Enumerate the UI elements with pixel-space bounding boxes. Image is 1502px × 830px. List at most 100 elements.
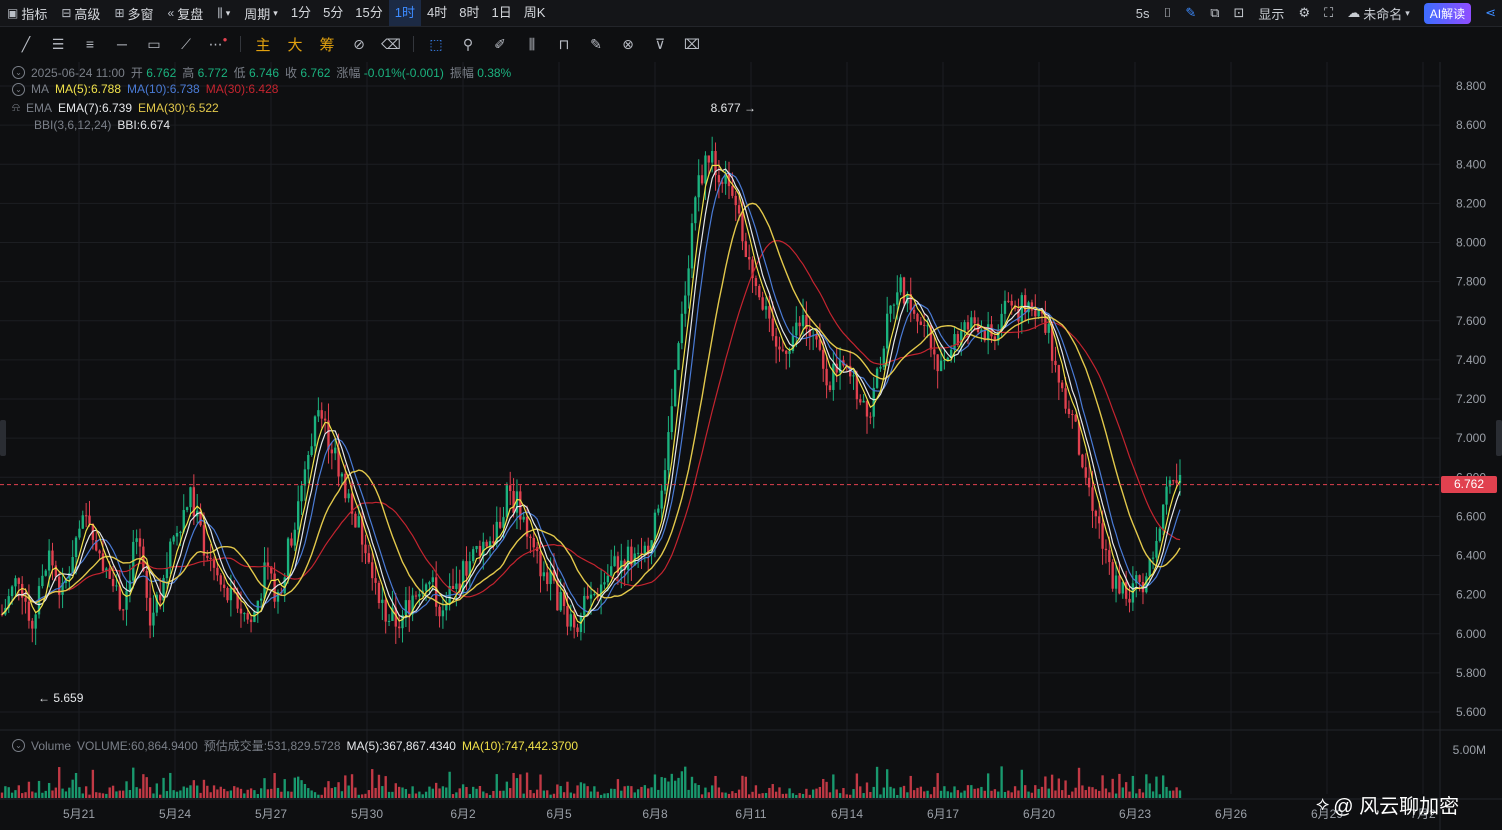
ai-interpret-button[interactable]: AI解读	[1418, 2, 1477, 24]
big-order-button[interactable]: 大	[279, 27, 311, 61]
candle-body	[761, 297, 764, 310]
multi-window-button[interactable]: ⊞ 多窗	[107, 0, 160, 26]
candle-body	[1104, 548, 1108, 551]
period-tab[interactable]: 周K	[518, 0, 552, 26]
candlestick-chart[interactable]: 8.800 8.600 8.400 8.200 8.000 7.800 7.600 7.400…	[0, 62, 1502, 830]
share-window-icon[interactable]: ⧉	[1204, 5, 1225, 21]
ray-icon[interactable]: ⟋	[170, 27, 202, 61]
volume-bar	[912, 790, 916, 798]
candle-body	[542, 572, 546, 577]
candle-body	[330, 449, 334, 454]
candle-body	[209, 557, 212, 559]
ruler-icon[interactable]: ⚲	[452, 27, 484, 61]
volume-bar	[14, 790, 17, 798]
candle-body	[936, 354, 939, 372]
volume-bar	[684, 766, 687, 798]
trash-icon[interactable]: ⌧	[676, 27, 708, 61]
left-panel-toggle[interactable]	[0, 420, 6, 456]
collapse-icon[interactable]: ⌄	[12, 66, 25, 79]
collapse-icon[interactable]: ⌄	[12, 82, 25, 96]
period-tab[interactable]: 1分	[285, 0, 317, 26]
volume-bar	[313, 792, 317, 798]
period-tab[interactable]: 1时	[388, 0, 421, 26]
rectangle-icon[interactable]: ▭	[138, 27, 170, 61]
eraser-icon[interactable]: ⌫	[375, 27, 407, 61]
volume-bar	[795, 794, 798, 798]
volume-bar	[1128, 791, 1131, 798]
candle-body	[852, 375, 855, 377]
candle-body	[14, 578, 17, 587]
camera-icon[interactable]: ⌷	[1158, 5, 1178, 21]
main-force-button[interactable]: 主	[247, 27, 279, 61]
candle-body	[451, 585, 455, 589]
volume-bar	[623, 786, 626, 798]
volume-bar	[239, 788, 243, 798]
candle-body	[710, 150, 714, 163]
advanced-button[interactable]: ⊟ 高级	[54, 0, 107, 26]
refresh-interval[interactable]: 5s	[1130, 6, 1156, 21]
period-tab[interactable]: 15分	[349, 0, 388, 26]
candle-body	[334, 447, 337, 454]
compare-icon[interactable]: ⊘	[343, 27, 375, 61]
candle-body	[148, 597, 152, 626]
volume-bar	[31, 791, 34, 798]
horizontal-line-icon[interactable]: ─	[106, 27, 138, 61]
more-tools-icon[interactable]: ⋯ ●	[202, 27, 234, 61]
volume-bar	[798, 793, 801, 798]
period-tab[interactable]: 8时	[453, 0, 485, 26]
candle-body	[768, 306, 771, 319]
period-tab[interactable]: 4时	[421, 0, 453, 26]
volume-bar	[498, 790, 502, 798]
right-panel-toggle[interactable]	[1496, 420, 1502, 456]
ma-legend: ⌄ MA MA(5):6.788 MA(10):6.738 MA(30):6.4…	[12, 82, 278, 96]
period-tabs: 1分 5分 15分 1时 4时 8时 1日 周K	[285, 0, 552, 26]
magnet-icon[interactable]: ⊗	[612, 27, 644, 61]
volume-bar	[243, 793, 246, 798]
period-dropdown[interactable]: 周期 ▾	[237, 0, 285, 26]
fullscreen-icon[interactable]: ⛶	[1318, 5, 1339, 21]
trend-line-icon[interactable]: ╱	[10, 27, 42, 61]
template-icon[interactable]: ⊡	[1228, 5, 1251, 21]
lock-icon[interactable]: ⊓	[548, 27, 580, 61]
volume-bar	[1067, 794, 1071, 798]
volume-bar	[1017, 790, 1020, 798]
period-tab[interactable]: 1日	[485, 0, 517, 26]
multi-line-icon[interactable]: ☰	[42, 27, 74, 61]
volume-bar	[397, 786, 401, 798]
volume-bar	[892, 788, 896, 798]
filter-icon[interactable]: ⊽	[644, 27, 676, 61]
select-icon[interactable]: ⬚	[420, 27, 452, 61]
volume-bar	[185, 787, 189, 798]
period-tab[interactable]: 5分	[317, 0, 349, 26]
note-icon[interactable]: ✎	[580, 27, 612, 61]
candle-body	[1081, 454, 1084, 468]
candle-body	[377, 582, 381, 604]
volume-bar	[175, 791, 179, 798]
candle-type-icon[interactable]: ⫼	[516, 27, 548, 61]
share-icon[interactable]: ⋖	[1479, 5, 1502, 21]
volume-bar	[741, 775, 744, 798]
collapse-icon[interactable]: ⌄	[12, 739, 25, 752]
volume-bar	[310, 790, 313, 798]
volume-bar	[1135, 793, 1138, 798]
volume-bar	[949, 792, 953, 798]
layout-dropdown[interactable]: ☁ 未命名 ▾	[1341, 4, 1416, 23]
volume-bar	[233, 786, 236, 798]
chart-type-button[interactable]: ⫼ ▾	[210, 0, 237, 26]
candle-body	[673, 369, 677, 407]
volume-bar	[572, 793, 576, 798]
chip-distribution-button[interactable]: 筹	[311, 27, 343, 61]
bell-icon[interactable]: ⍾	[12, 100, 20, 115]
parallel-channel-icon[interactable]: ≡	[74, 27, 106, 61]
candle-body	[539, 551, 542, 577]
pen-icon[interactable]: ✎	[1179, 5, 1202, 21]
brush-icon[interactable]: ✐	[484, 27, 516, 61]
volume-bar	[10, 792, 14, 798]
candle-body	[576, 627, 579, 633]
settings-icon[interactable]: ⚙	[1292, 5, 1316, 21]
indicator-button[interactable]: ▣ 指标	[0, 0, 54, 26]
display-button[interactable]: 显示	[1252, 4, 1290, 23]
volume-bar	[744, 776, 748, 798]
replay-button[interactable]: «复盘	[161, 0, 211, 26]
volume-bar	[162, 777, 165, 798]
